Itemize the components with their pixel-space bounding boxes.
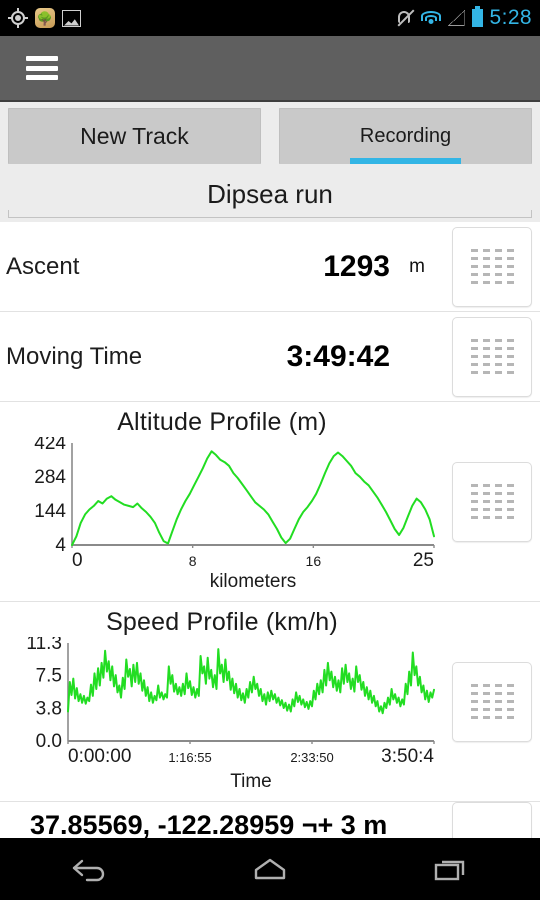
battery-icon (471, 6, 483, 27)
drag-handle-grid-icon (470, 684, 514, 719)
tab-bar: New Track Recording (0, 102, 540, 166)
svg-text:1:16:55: 1:16:55 (168, 750, 211, 765)
chart-speed-plot: 0.0 3.8 7.5 11.3 0:00:00 1:16:55 2:33:50 3:50:4… (0, 637, 444, 789)
home-icon[interactable] (225, 846, 315, 892)
svg-text:424: 424 (34, 437, 66, 454)
chart-title-speed: Speed Profile (km/h) (106, 608, 338, 636)
drag-handle-card[interactable] (452, 661, 532, 742)
svg-text:kilometers: kilometers (210, 571, 297, 589)
status-bar-clock: 5:28 (489, 6, 532, 29)
svg-text:16: 16 (306, 553, 322, 569)
photo-icon (62, 9, 81, 27)
back-icon[interactable] (45, 846, 135, 892)
app-screen: 🌳 5:28 New Track Recording Dipsea run As… (0, 0, 540, 900)
drag-handle-card[interactable] (452, 226, 532, 307)
stat-row-moving-time[interactable]: Moving Time 3:49:42 (0, 312, 540, 402)
stat-unit: m (409, 255, 425, 277)
signal-icon (447, 10, 465, 26)
android-nav-bar (0, 838, 540, 900)
chart-speed-handle[interactable] (444, 602, 540, 801)
chart-altitude-handle[interactable] (444, 402, 540, 601)
svg-text:8: 8 (189, 553, 197, 569)
chart-row-speed[interactable]: Speed Profile (km/h) 0.0 3.8 7.5 11.3 0:00:0… (0, 602, 540, 802)
tab-recording-label: Recording (359, 125, 452, 147)
svg-text:144: 144 (34, 501, 66, 522)
svg-text:4: 4 (55, 535, 66, 556)
chart-altitude-plot: 4 144 284 424 0 8 16 25 kilometers (0, 437, 444, 589)
coordinates-text: 37.85569, -122.28959 ¬+ 3 m (30, 810, 388, 840)
svg-text:0: 0 (72, 550, 83, 571)
stat-row-ascent[interactable]: Ascent 1293 m (0, 222, 540, 312)
wifi-icon (420, 10, 441, 26)
svg-text:25: 25 (413, 550, 434, 571)
stat-value: 3:49:42 (286, 339, 390, 373)
chart-row-altitude[interactable]: Altitude Profile (m) 4 144 284 424 0 8 16 25 kil… (0, 402, 540, 602)
status-bar: 🌳 5:28 (0, 0, 540, 36)
tab-new-track-label: New Track (80, 123, 189, 149)
recents-icon[interactable] (405, 846, 495, 892)
drag-handle-grid-icon (470, 339, 514, 374)
svg-text:Time: Time (230, 771, 272, 789)
svg-text:284: 284 (34, 467, 66, 488)
svg-text:3:50:4: 3:50:4 (381, 746, 434, 767)
track-name-field[interactable]: Dipsea run (0, 166, 540, 222)
drag-handle-card[interactable] (452, 461, 532, 542)
status-bar-left-icons: 🌳 (8, 8, 81, 28)
nature-app-icon: 🌳 (35, 8, 55, 28)
tab-recording[interactable]: Recording (279, 108, 532, 164)
action-bar (0, 36, 540, 102)
stat-row-ascent-handle[interactable] (444, 222, 540, 311)
tab-new-track[interactable]: New Track (8, 108, 261, 164)
svg-text:0.0: 0.0 (36, 731, 62, 752)
hamburger-menu-icon[interactable] (26, 56, 58, 80)
tab-active-indicator (350, 158, 461, 164)
stat-row-moving-time-main: Moving Time 3:49:42 (0, 312, 444, 401)
svg-text:11.3: 11.3 (26, 637, 62, 654)
gps-crosshair-icon (8, 8, 28, 28)
chart-altitude-main: Altitude Profile (m) 4 144 284 424 0 8 16 25 kil… (0, 402, 444, 601)
drag-handle-card[interactable] (452, 316, 532, 397)
chart-speed-main: Speed Profile (km/h) 0.0 3.8 7.5 11.3 0:00:0… (0, 602, 444, 801)
svg-text:0:00:00: 0:00:00 (68, 746, 131, 767)
drag-handle-grid-icon (470, 484, 514, 519)
stat-value: 1293 (323, 249, 390, 283)
stat-row-ascent-main: Ascent 1293 m (0, 222, 444, 311)
stats-list: Ascent 1293 m Moving Time 3:49:42 Altitu… (0, 222, 540, 850)
stat-row-moving-time-handle[interactable] (444, 312, 540, 401)
status-bar-right-icons: 5:28 (396, 6, 532, 30)
svg-text:2:33:50: 2:33:50 (290, 750, 333, 765)
drag-handle-grid-icon (470, 249, 514, 284)
stat-label: Ascent (6, 252, 80, 280)
chart-title-altitude: Altitude Profile (m) (117, 408, 327, 436)
track-name-underline (8, 210, 532, 218)
svg-text:7.5: 7.5 (36, 666, 62, 687)
stat-label: Moving Time (6, 342, 143, 370)
mute-icon (396, 9, 415, 27)
track-name-text: Dipsea run (207, 178, 333, 209)
svg-text:3.8: 3.8 (36, 698, 62, 719)
